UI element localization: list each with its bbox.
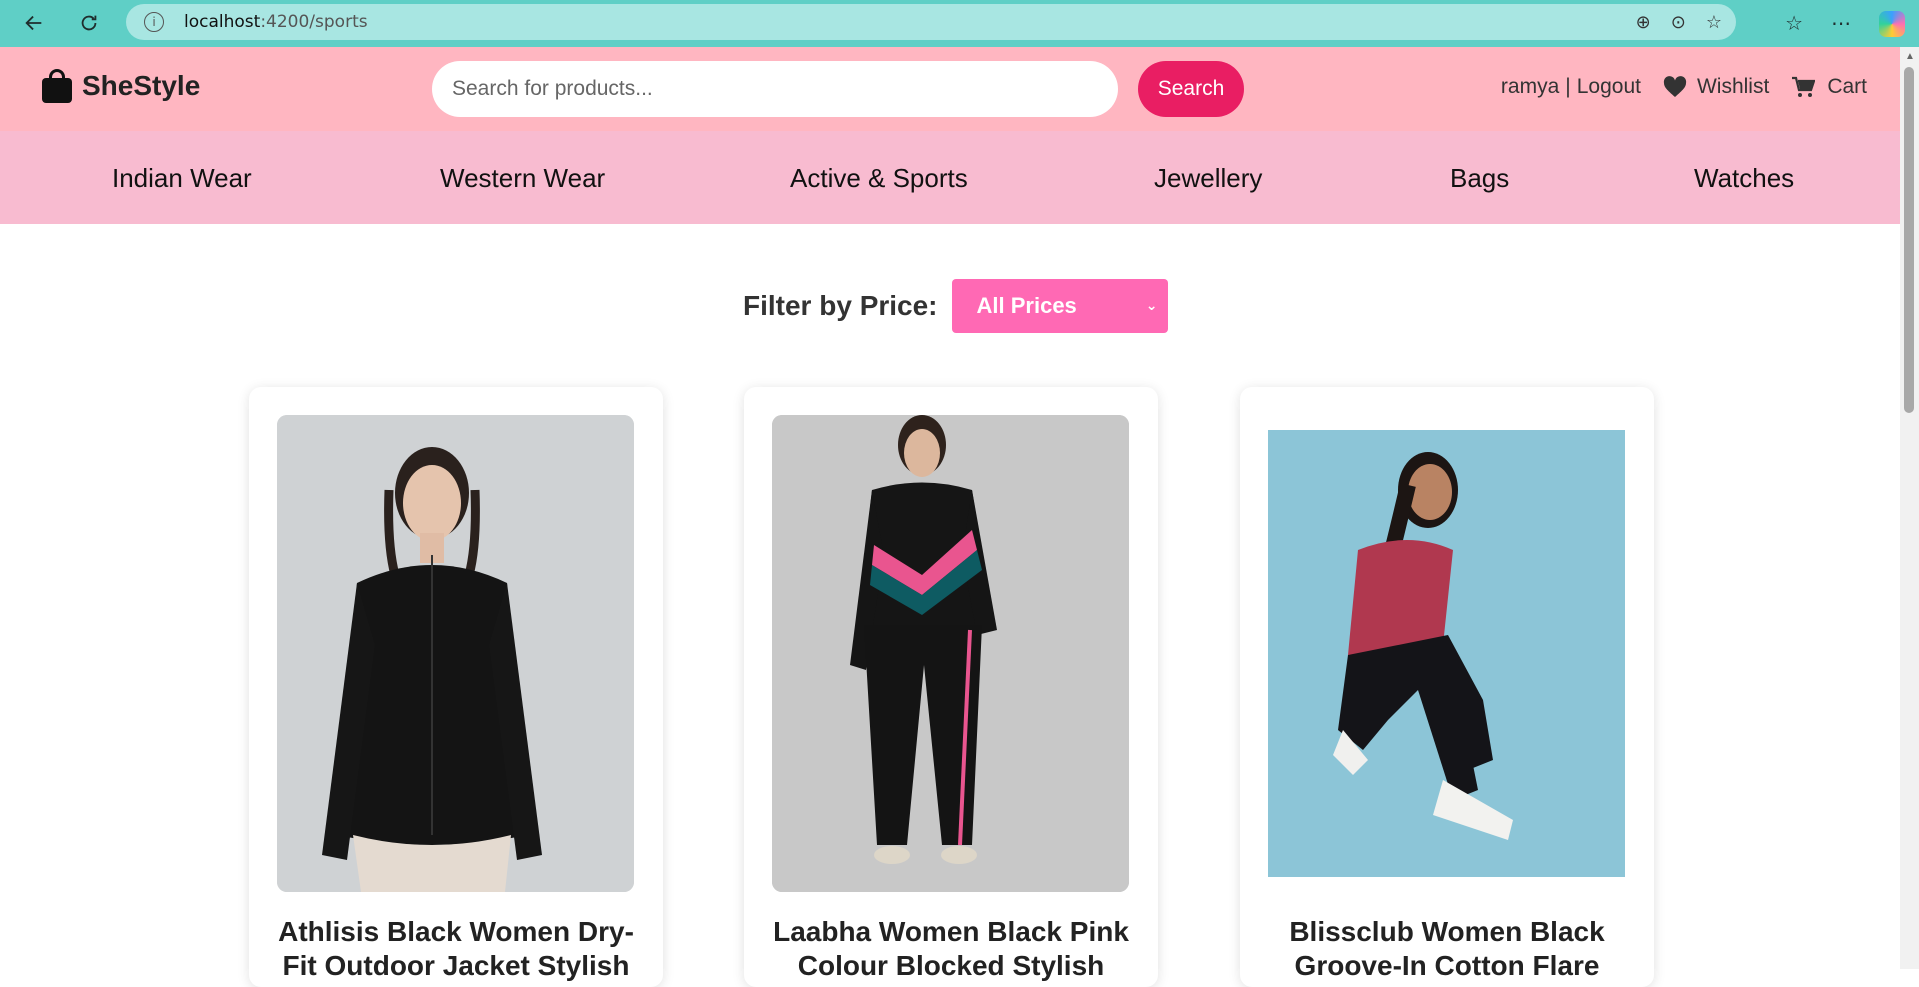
reload-icon[interactable] [71,5,107,41]
logo-text: SheStyle [82,70,201,101]
price-filter: Filter by Price: All Prices ⌄ [743,279,1168,333]
username: ramya [1500,75,1560,98]
nav-item-active-sports[interactable]: Active & Sports [790,163,968,194]
favorites-icon[interactable]: ☆ [1785,11,1803,36]
wishlist-link[interactable]: Wishlist [1663,75,1769,99]
address-bar[interactable]: i localhost:4200/sports ⊕ ⊙ ☆ [126,4,1736,40]
nav-item-watches[interactable]: Watches [1694,163,1794,194]
more-circle-icon[interactable]: ⊙ [1671,12,1686,33]
star-icon[interactable]: ☆ [1706,12,1722,33]
logout-link[interactable]: Logout [1577,75,1641,99]
nav-item-jewellery[interactable]: Jewellery [1154,163,1262,194]
product-title[interactable]: Laabha Women Black Pink Colour Blocked S… [764,915,1138,983]
more-menu-icon[interactable]: ⋯ [1831,11,1851,36]
price-select[interactable]: All Prices ⌄ [951,279,1168,333]
wishlist-label: Wishlist [1696,75,1770,98]
url-text: localhost:4200/sports [184,12,368,32]
scroll-up-icon[interactable]: ▲ [1905,51,1915,62]
nav-item-indian-wear[interactable]: Indian Wear [112,163,252,194]
price-select-value: All Prices [976,293,1077,318]
product-image[interactable] [1268,430,1625,877]
product-title[interactable]: Athlisis Black Women Dry-Fit Outdoor Jac… [269,915,643,983]
nav-item-bags[interactable]: Bags [1450,163,1509,194]
product-card[interactable]: Athlisis Black Women Dry-Fit Outdoor Jac… [249,387,663,987]
product-card[interactable]: Blissclub Women Black Groove-In Cotton F… [1240,387,1654,987]
heart-icon [1663,76,1687,97]
site-info-icon[interactable]: i [144,12,164,32]
filter-label: Filter by Price: [743,290,938,321]
cart-link[interactable]: Cart [1791,75,1867,99]
logo[interactable]: SheStyle [42,69,200,103]
separator: | [1565,75,1571,98]
product-title[interactable]: Blissclub Women Black Groove-In Cotton F… [1260,915,1634,983]
shopping-bag-icon [42,69,72,103]
search-input[interactable] [432,61,1118,117]
zoom-icon[interactable]: ⊕ [1636,12,1651,33]
product-image[interactable] [277,415,634,892]
back-arrow-icon[interactable] [16,5,52,41]
cart-label: Cart [1827,75,1867,98]
product-card[interactable]: Laabha Women Black Pink Colour Blocked S… [744,387,1158,987]
site-header: SheStyle Search ramya | Logout Wishlist … [0,47,1900,131]
chevron-down-icon: ⌄ [1145,297,1158,313]
search-button[interactable]: Search [1138,61,1244,117]
category-nav: Indian Wear Western Wear Active & Sports… [0,131,1900,224]
scroll-thumb[interactable] [1904,67,1914,413]
browser-toolbar: i localhost:4200/sports ⊕ ⊙ ☆ ☆ ⋯ [0,0,1919,47]
nav-item-western-wear[interactable]: Western Wear [440,163,605,194]
product-image[interactable] [772,415,1129,892]
cart-icon [1792,76,1816,97]
copilot-icon[interactable] [1879,10,1905,37]
page-scrollbar[interactable]: ▲ [1900,47,1919,969]
